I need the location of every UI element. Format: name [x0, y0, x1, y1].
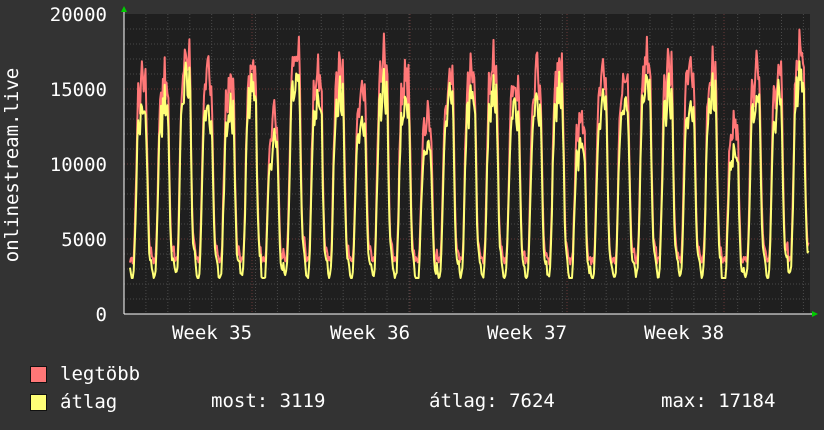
x-tick-label: Week 36	[330, 322, 410, 344]
legend-label-avg: átlag	[60, 391, 118, 413]
y-tick-label: 5000	[61, 229, 107, 251]
y-tick-label: 20000	[50, 4, 107, 26]
chart: 0 5000 10000 15000 20000 Week 35 Week 36 Week 3…	[1, 4, 818, 344]
x-tick-label: Week 38	[644, 322, 724, 344]
y-axis-arrow	[121, 6, 127, 12]
x-tick-label: Week 37	[487, 322, 567, 344]
x-axis-arrow	[812, 311, 818, 317]
legend-label-max: legtöbb	[60, 363, 141, 385]
stat-avg: átlag: 7624	[429, 390, 555, 412]
legend-item-max: legtöbb	[30, 363, 140, 385]
y-axis-label: onlinestream.live	[1, 68, 23, 262]
stat-max: max: 17184	[661, 390, 776, 412]
stat-now: most: 3119	[211, 390, 326, 412]
legend-swatch-max	[30, 365, 47, 383]
legend-swatch-avg	[30, 393, 47, 411]
x-tick-label: Week 35	[172, 322, 252, 344]
y-tick-label: 10000	[50, 154, 107, 176]
y-tick-label: 15000	[50, 79, 107, 101]
y-tick-label: 0	[96, 304, 107, 326]
legend-item-avg: átlag	[30, 391, 117, 413]
